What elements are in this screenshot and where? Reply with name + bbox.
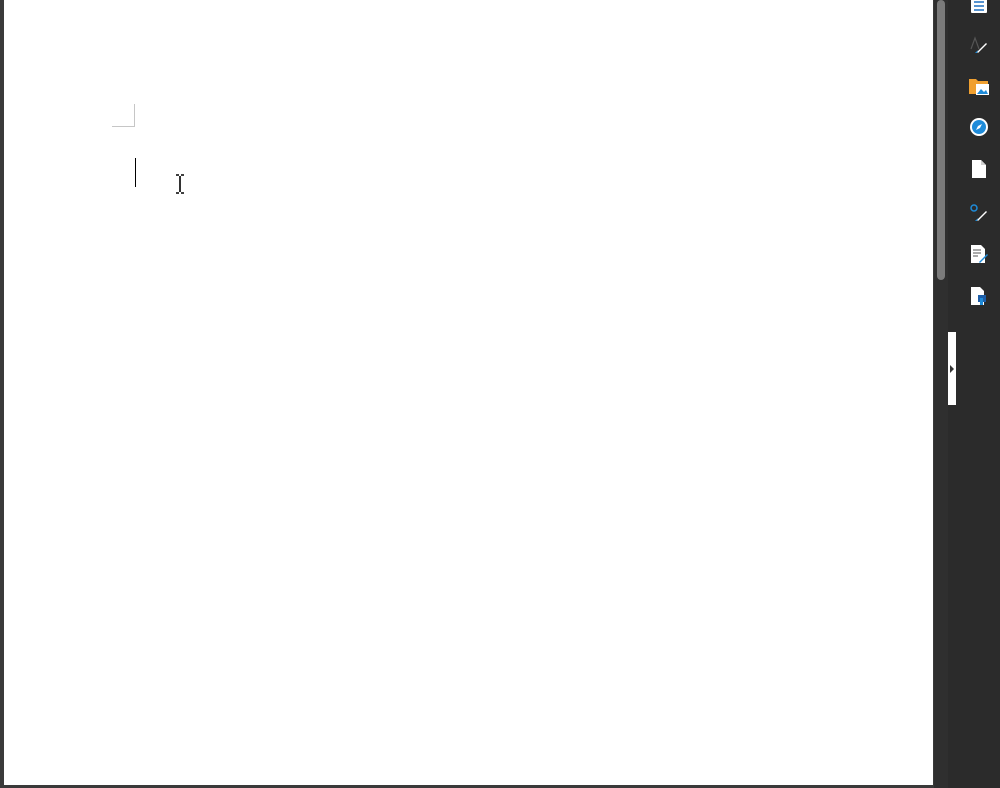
sidebar-tab-styles[interactable]: [964, 30, 994, 60]
manage-changes-icon: [971, 245, 988, 263]
sidebar-tab-gallery[interactable]: [964, 71, 994, 101]
document-page[interactable]: [4, 0, 933, 785]
vertical-scrollbar-thumb[interactable]: [937, 0, 945, 280]
sidebar-tab-style-inspector[interactable]: [964, 198, 994, 228]
sidebar-tab-properties[interactable]: [964, 0, 994, 20]
sidebar-tab-design[interactable]: [964, 281, 994, 311]
styles-icon: [970, 36, 987, 53]
text-caret: [135, 158, 136, 187]
sidebar-tab-page[interactable]: [964, 154, 994, 184]
page-icon: [972, 160, 986, 178]
ibeam-cursor-icon: [176, 174, 184, 194]
sidebar-collapse-handle[interactable]: [948, 332, 956, 405]
style-inspector-icon: [970, 204, 987, 221]
design-icon: [971, 287, 986, 305]
navigator-icon: [970, 118, 988, 136]
text-boundary-corner-mark: [112, 104, 135, 127]
writer-window: [0, 0, 1000, 788]
document-canvas[interactable]: [0, 0, 934, 788]
vertical-scrollbar[interactable]: [934, 0, 948, 788]
gallery-icon: [969, 79, 989, 95]
sidebar-tab-navigator[interactable]: [964, 112, 994, 142]
properties-icon: [971, 0, 987, 13]
sidebar-tab-manage-changes[interactable]: [964, 239, 994, 269]
expand-arrow-icon: [950, 365, 954, 373]
sidebar-tab-bar: [956, 0, 1000, 788]
